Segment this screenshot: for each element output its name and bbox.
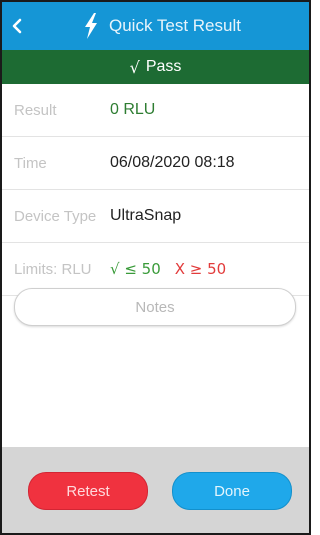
device-type-label: Device Type	[14, 207, 97, 225]
retest-button[interactable]: Retest	[28, 472, 148, 510]
time-value: 06/08/2020 08:18	[110, 154, 235, 171]
result-row: Result 0 RLU	[2, 84, 309, 137]
lightning-bolt-icon	[85, 13, 97, 39]
status-label: Pass	[145, 58, 182, 75]
status-banner: √ Pass	[2, 50, 309, 84]
limits-label: Limits: RLU	[14, 260, 92, 278]
done-button[interactable]: Done	[172, 472, 292, 510]
limit-pass-value: √ ≤ 50	[110, 259, 161, 278]
time-row: Time 06/08/2020 08:18	[2, 137, 309, 190]
time-label: Time	[14, 154, 47, 172]
device-type-value: UltraSnap	[110, 207, 182, 224]
back-button[interactable]	[2, 2, 32, 50]
limits-values: √ ≤ 50 X ≥ 50	[110, 260, 226, 279]
limit-fail-value: X ≥ 50	[174, 259, 227, 278]
page-title: Quick Test Result	[109, 16, 241, 35]
app-header: Quick Test Result	[2, 2, 309, 50]
result-value: 0 RLU	[110, 101, 156, 118]
device-type-row: Device Type UltraSnap	[2, 190, 309, 243]
screen: Quick Test Result √ Pass Result 0 RLU Ti…	[0, 0, 311, 535]
notes-button[interactable]: Notes	[14, 288, 296, 326]
check-icon: √	[129, 57, 140, 77]
result-label: Result	[14, 101, 57, 119]
chevron-left-icon	[12, 18, 22, 34]
footer-bar: Retest Done	[2, 447, 309, 533]
